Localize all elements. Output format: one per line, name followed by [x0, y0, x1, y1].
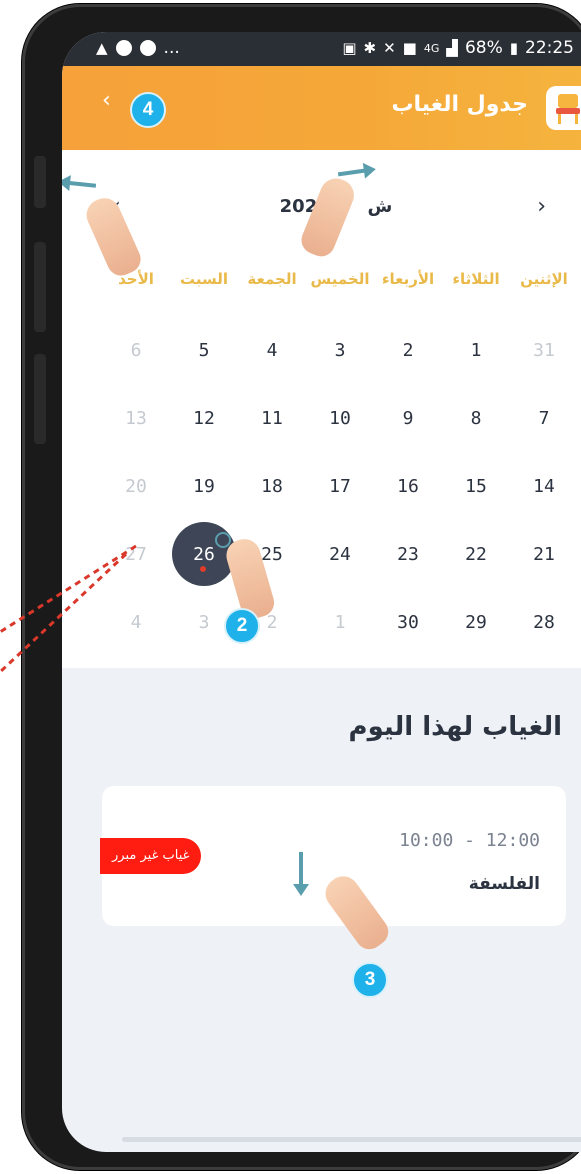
absence-time: 10:00 - 12:00	[399, 830, 540, 851]
guide-line	[0, 552, 128, 674]
unjustified-absence-badge: غياب غير مبرر	[100, 838, 202, 874]
image-icon: ▣	[342, 39, 357, 57]
calendar-day[interactable]: 11	[238, 384, 306, 452]
network-label: 4G	[423, 41, 440, 55]
calendar-day[interactable]: 4	[238, 316, 306, 384]
battery-level: 68%	[464, 38, 503, 58]
calendar-day[interactable]: 12	[170, 384, 238, 452]
side-button	[34, 156, 46, 208]
calendar-day[interactable]: 3	[306, 316, 374, 384]
absence-dot	[200, 566, 206, 572]
calendar-day[interactable]: 16	[374, 452, 442, 520]
weekday-row: الإثنين الثلاثاء الأربعاء الخميس الجمعة …	[98, 270, 578, 288]
absence-section-title: الغياب لهذا اليوم	[348, 712, 562, 742]
calendar-day[interactable]: 14	[510, 452, 578, 520]
calendar-day[interactable]: 5	[170, 316, 238, 384]
volume-button	[34, 242, 46, 332]
calendar-day[interactable]: 18	[238, 452, 306, 520]
calendar-day[interactable]: 10	[306, 384, 374, 452]
calendar-day[interactable]: 24	[306, 520, 374, 588]
next-month-button[interactable]: ›	[537, 194, 546, 219]
calendar-day[interactable]: 6	[102, 316, 170, 384]
sim-icon: ■	[402, 39, 417, 57]
back-button[interactable]: ‹	[102, 88, 111, 113]
battery-icon: ▮	[509, 39, 518, 57]
swipe-down-arrow-icon	[293, 852, 309, 896]
calendar-week: 14 15 16 17 18 19 20	[98, 452, 578, 520]
volume-button	[34, 354, 46, 444]
calendar-day[interactable]: 19	[170, 452, 238, 520]
guide-line	[0, 544, 137, 634]
month-name: ش	[367, 196, 393, 217]
calendar-day[interactable]: 21	[510, 520, 578, 588]
calendar-day[interactable]: 13	[102, 384, 170, 452]
calendar-week: 21 22 23 24 25 26 27	[98, 520, 578, 588]
calendar-day[interactable]: 8	[442, 384, 510, 452]
calendar-day[interactable]: 30	[374, 588, 442, 656]
calendar-day[interactable]: 17	[306, 452, 374, 520]
calendar-day[interactable]: 22	[442, 520, 510, 588]
weekday-label: السبت	[179, 270, 229, 288]
dotted-guide-line	[0, 544, 137, 674]
weekday-label: الإثنين	[520, 270, 568, 288]
calendar-day[interactable]: 1	[306, 588, 374, 656]
calendar-week: 28 29 30 1 2 3 4	[98, 588, 578, 656]
calendar-week: 7 8 9 10 11 12 13	[98, 384, 578, 452]
calendar-week: 31 1 2 3 4 5 6	[98, 316, 578, 384]
mute-icon: ✕	[383, 39, 396, 57]
app-icon	[115, 40, 132, 56]
weekday-label: الأربعاء	[381, 270, 435, 288]
chair-icon	[558, 94, 578, 108]
calendar-day[interactable]: 2	[374, 316, 442, 384]
app-icon	[139, 40, 156, 56]
page-title: جدول الغياب	[391, 92, 528, 117]
selected-day-label: 26	[193, 543, 215, 565]
weekday-label: الجمعة	[247, 270, 297, 288]
tutorial-marker-3: 3	[352, 962, 388, 998]
calendar-day[interactable]: 31	[510, 316, 578, 384]
clock: 22:25	[525, 38, 574, 58]
signal-icon: ▟	[446, 39, 458, 57]
home-indicator	[122, 1137, 581, 1142]
calendar-day[interactable]: 7	[510, 384, 578, 452]
tutorial-marker-4: 4	[130, 92, 166, 128]
tutorial-marker-2: 2	[224, 608, 260, 644]
more-icon: ...	[163, 38, 180, 58]
calendar-day[interactable]: 9	[374, 384, 442, 452]
app-logo	[546, 86, 581, 130]
absence-subject: الفلسفة	[468, 874, 540, 894]
calendar-day[interactable]: 20	[102, 452, 170, 520]
calendar-day[interactable]: 1	[442, 316, 510, 384]
weekday-label: الثلاثاء	[452, 270, 500, 288]
calendar-grid: 31 1 2 3 4 5 6 7 8 9 10 11 12 13 14 15 1…	[98, 316, 578, 656]
bluetooth-icon: ✱	[363, 39, 377, 57]
calendar-day[interactable]: 28	[510, 588, 578, 656]
status-bar: ▲ ... ▣ ✱ ✕ ■ 4G ▟ 68% ▮ 22:25	[62, 32, 581, 66]
calendar-day[interactable]: 29	[442, 588, 510, 656]
weekday-label: الخميس	[310, 270, 370, 288]
calendar-day[interactable]: 15	[442, 452, 510, 520]
warning-icon: ▲	[96, 39, 108, 57]
calendar-day[interactable]: 23	[374, 520, 442, 588]
